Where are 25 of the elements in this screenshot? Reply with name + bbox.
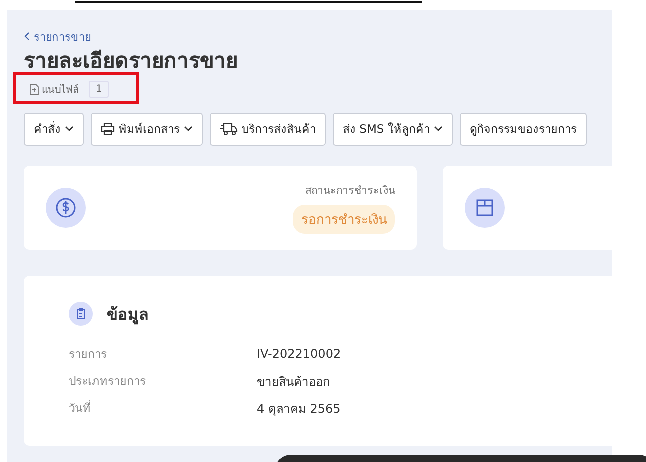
field-label: ประเภทรายการ [69,373,147,390]
action-button[interactable]: ดูกิจกรรมของรายการ [460,112,587,146]
payment-status-badge: รอการชำระเงิน [293,204,396,234]
breadcrumb-link[interactable]: รายการขาย [24,28,91,46]
action-button[interactable]: ส่ง SMS ให้ลูกค้า [333,112,453,146]
payment-status-label: สถานะการชำระเงิน [305,184,396,198]
field-value: 4 ตุลาคม 2565 [257,400,342,418]
page-title: รายละเอียดรายการขาย [24,48,239,74]
dollar-icon [46,188,86,228]
box-icon [465,188,506,228]
clipboard-icon [69,302,93,326]
field-label: รายการ [69,346,108,363]
attach-file-button[interactable]: แนบไฟล์ [26,80,83,98]
printer-icon [101,122,115,136]
action-button[interactable]: คำสั่ง [24,112,84,146]
action-button[interactable]: พิมพ์เอกสาร [91,112,203,146]
file-count: 1 [89,80,110,98]
section-title: ข้อมูล [107,304,149,326]
field-value: IV-202210002 [257,347,342,361]
action-button[interactable]: บริการส่งสินค้า [210,112,326,146]
chevron-left-icon [24,32,30,41]
file-plus-icon [30,84,39,94]
field-value: ขายสินค้าออก [257,374,331,390]
field-label: วันที่ [69,399,92,417]
truck-icon [220,122,238,136]
